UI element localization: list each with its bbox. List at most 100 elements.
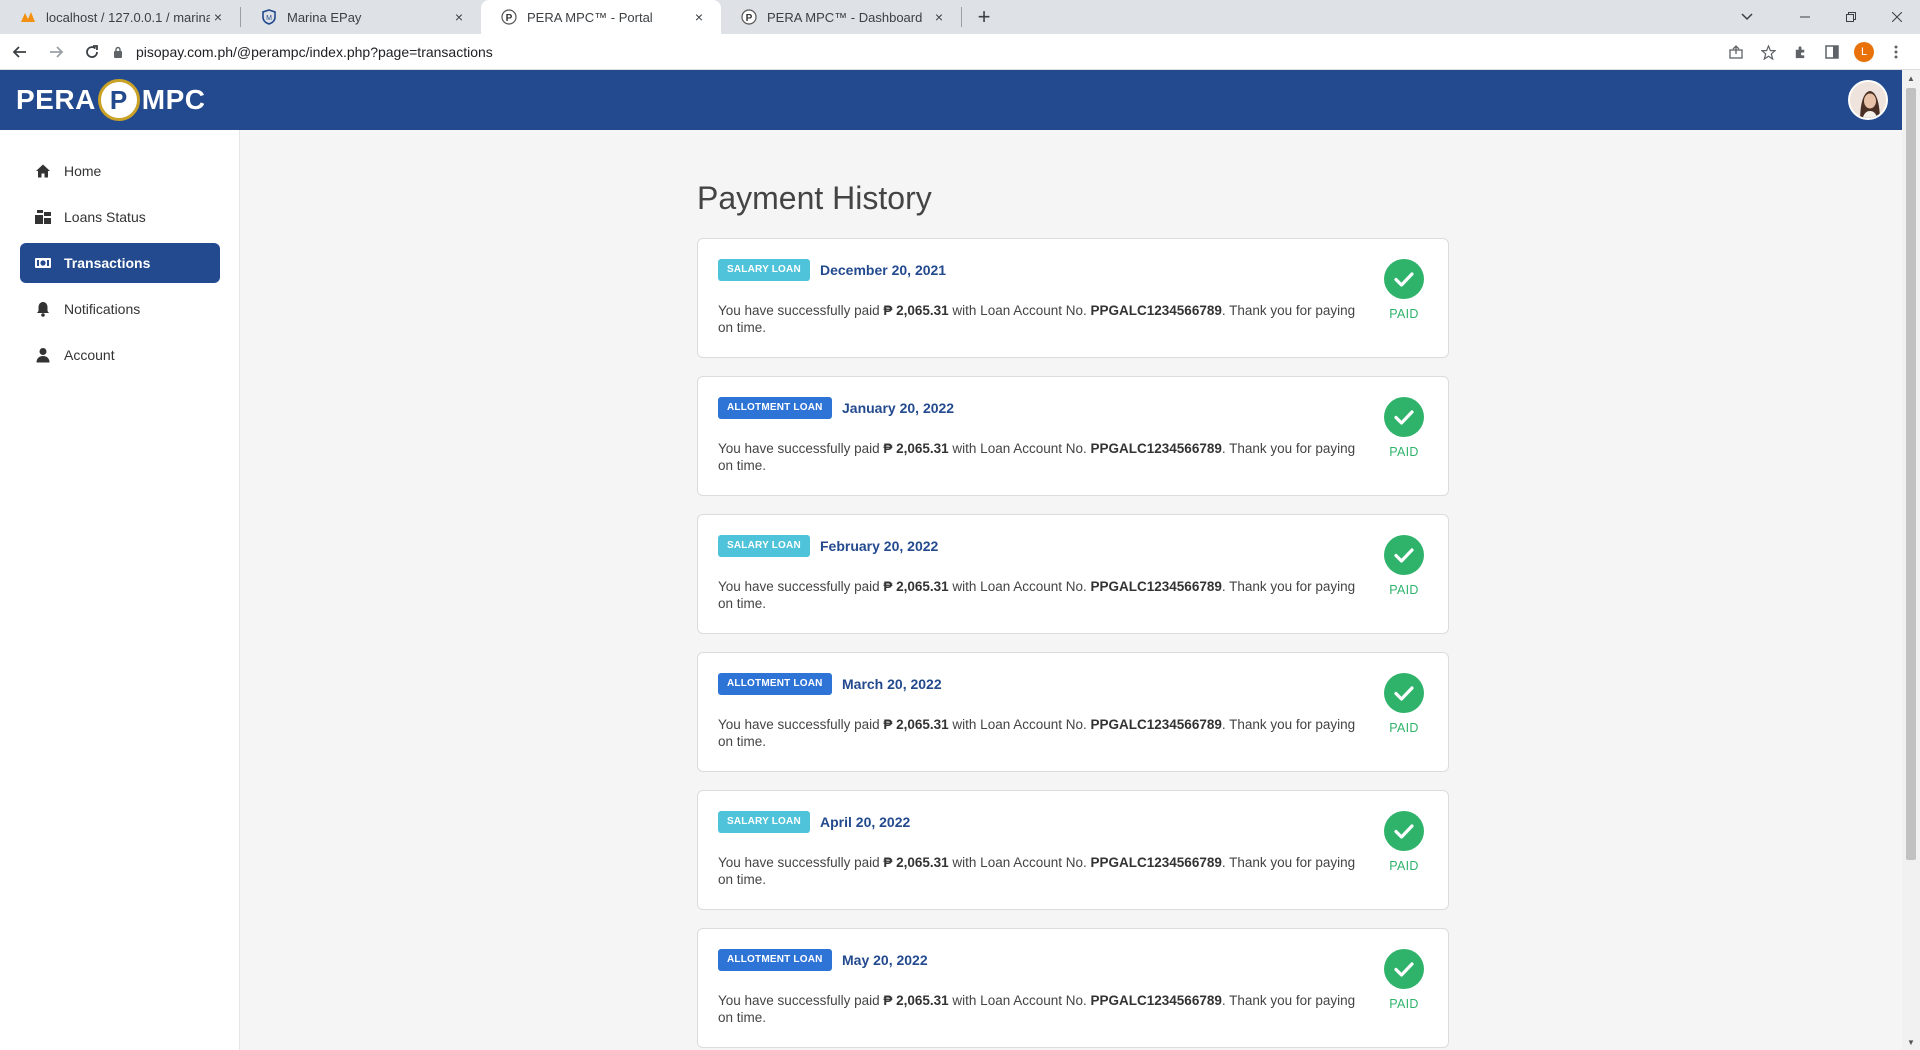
payment-card: ALLOTMENT LOAN March 20, 2022 You have suc… [697,652,1449,772]
sidebar-item-home[interactable]: Home [20,151,220,191]
message-middle: with Loan Account No. [948,303,1091,318]
payment-date: May 20, 2022 [842,952,928,968]
reload-icon[interactable] [76,36,108,68]
payment-status: PAID [1382,673,1426,735]
logo-text-left: PERA [16,84,96,115]
message-middle: with Loan Account No. [948,579,1091,594]
payment-card: SALARY LOAN December 20, 2021 You have suc… [697,238,1449,358]
browser-tab[interactable]: M Marina EPay × [241,0,481,34]
address-bar[interactable]: pisopay.com.ph/@perampc/index.php?page=t… [108,37,1698,67]
profile-avatar[interactable]: L [1854,42,1874,62]
svg-text:P: P [506,13,513,24]
sidebar-item-label: Home [64,163,102,179]
message-middle: with Loan Account No. [948,993,1091,1008]
check-circle-icon [1384,535,1424,575]
payment-card: ALLOTMENT LOAN January 20, 2022 You have s… [697,376,1449,496]
tab-separator [961,7,962,27]
logo-text-right: MPC [141,84,206,115]
scroll-up-icon[interactable]: ▲ [1902,70,1920,86]
app-header: PERA P MPC [0,70,1902,130]
payment-date: December 20, 2021 [820,262,947,278]
close-icon[interactable]: × [931,9,947,25]
share-icon[interactable] [1720,36,1752,68]
close-icon[interactable]: × [451,9,467,25]
restore-icon[interactable] [1828,0,1874,34]
paid-label: PAID [1389,445,1419,459]
new-tab-button[interactable]: + [970,3,998,31]
minimize-icon[interactable] [1782,0,1828,34]
payment-message: You have successfully paid ₱ 2,065.31 wi… [718,578,1358,612]
message-prefix: You have successfully paid [718,303,884,318]
payment-message: You have successfully paid ₱ 2,065.31 wi… [718,854,1358,888]
forward-icon[interactable] [40,36,72,68]
message-middle: with Loan Account No. [948,441,1091,456]
paid-label: PAID [1389,859,1419,873]
bookmark-star-icon[interactable] [1752,36,1784,68]
check-circle-icon [1384,811,1424,851]
payment-amount: ₱ 2,065.31 [883,303,949,318]
pera-mpc-logo[interactable]: PERA P MPC [16,78,206,122]
loans-icon [34,208,52,226]
home-icon [34,162,52,180]
payment-amount: ₱ 2,065.31 [883,717,949,732]
loan-type-badge: SALARY LOAN [718,259,810,281]
browser-tab[interactable]: localhost / 127.0.0.1 / marina-ep × [0,0,240,34]
loan-account-number: PPGALC1234566789 [1090,579,1222,594]
bell-icon [34,300,52,318]
payment-date: January 20, 2022 [842,400,955,416]
pera-logo-icon: P [741,9,757,25]
browser-tab-active[interactable]: P PERA MPC™ - Portal × [481,0,721,34]
tab-search-icon[interactable] [1724,0,1770,34]
side-panel-icon[interactable] [1816,36,1848,68]
loan-type-badge: SALARY LOAN [718,535,810,557]
scrollbar[interactable]: ▲ ▼ [1902,70,1920,1050]
close-icon[interactable]: × [210,9,226,25]
message-prefix: You have successfully paid [718,993,884,1008]
extensions-icon[interactable] [1784,36,1816,68]
payment-message: You have successfully paid ₱ 2,065.31 wi… [718,716,1358,750]
payment-card: SALARY LOAN February 20, 2022 You have suc… [697,514,1449,634]
paid-label: PAID [1389,583,1419,597]
payment-card: SALARY LOAN April 20, 2022 You have succes… [697,790,1449,910]
payment-message: You have successfully paid ₱ 2,065.31 wi… [718,992,1358,1026]
payment-date: March 20, 2022 [842,676,942,692]
paid-label: PAID [1389,997,1419,1011]
svg-text:P: P [746,13,753,24]
tab-title: Marina EPay [287,9,362,25]
phpmyadmin-icon [20,9,36,25]
user-avatar[interactable] [1848,80,1888,120]
payment-status: PAID [1382,811,1426,873]
back-icon[interactable] [4,36,36,68]
browser-tab[interactable]: P PERA MPC™ - Dashboard × [721,0,961,34]
check-circle-icon [1384,673,1424,713]
sidebar-item-label: Transactions [64,255,151,271]
loan-account-number: PPGALC1234566789 [1090,303,1222,318]
payment-amount: ₱ 2,065.31 [883,441,949,456]
payment-status: PAID [1382,397,1426,459]
payment-card: ALLOTMENT LOAN May 20, 2022 You have succe… [697,928,1449,1048]
sidebar-item-transactions[interactable]: Transactions [20,243,220,283]
browser-tab-bar: localhost / 127.0.0.1 / marina-ep × M Ma… [0,0,1920,34]
sidebar-item-loans-status[interactable]: Loans Status [20,197,220,237]
paid-label: PAID [1389,721,1419,735]
scroll-down-icon[interactable]: ▼ [1902,1034,1920,1050]
message-prefix: You have successfully paid [718,579,884,594]
close-icon[interactable]: × [691,9,707,25]
message-middle: with Loan Account No. [948,855,1091,870]
close-window-icon[interactable] [1874,0,1920,34]
sidebar-item-label: Loans Status [64,209,146,225]
logo-seal: P [97,79,140,121]
payment-date: April 20, 2022 [820,814,911,830]
sidebar-item-notifications[interactable]: Notifications [20,289,220,329]
sidebar-item-account[interactable]: Account [20,335,220,375]
payment-message: You have successfully paid ₱ 2,065.31 wi… [718,302,1358,336]
pera-logo-icon: P [501,9,517,25]
kebab-menu-icon[interactable] [1880,36,1912,68]
check-circle-icon [1384,259,1424,299]
loan-type-badge: ALLOTMENT LOAN [718,397,832,419]
payment-status: PAID [1382,259,1426,321]
window-controls [1782,0,1920,34]
message-prefix: You have successfully paid [718,855,884,870]
payment-status: PAID [1382,949,1426,1011]
scrollbar-thumb[interactable] [1906,88,1916,860]
